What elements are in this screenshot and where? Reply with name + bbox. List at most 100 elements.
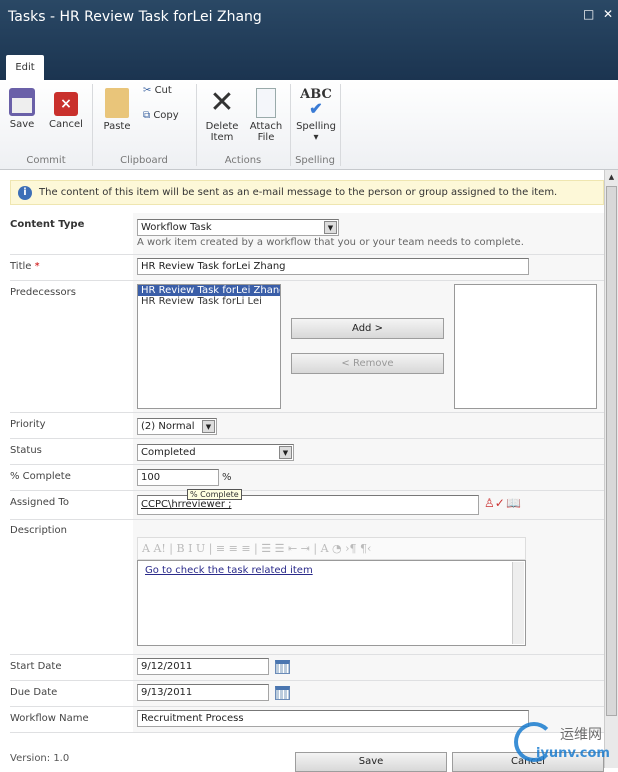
cancel-label: Cancel xyxy=(49,119,83,130)
floppy-disk-icon xyxy=(9,88,35,116)
list-item[interactable]: HR Review Task forLi Lei xyxy=(138,296,280,307)
delete-label: Delete xyxy=(205,121,239,132)
delete-item-button[interactable]: ✕ Delete Item xyxy=(203,85,241,144)
row-title: Title * HR Review Task forLei Zhang xyxy=(10,255,604,281)
rich-text-toolbar[interactable]: A A! | B I U | ≡ ≡ ≡ | ☰ ☰ ⇤ ⇥ | A ◔ ›¶ … xyxy=(137,537,526,560)
scroll-up-icon[interactable]: ▲ xyxy=(605,170,618,184)
close-button[interactable]: ✕ xyxy=(603,7,613,21)
row-assigned-to: Assigned To CCPC\hrreviewer ; ♙✓ 📖 xyxy=(10,491,604,520)
group-actions: Actions xyxy=(224,155,262,166)
description-link[interactable]: Go to check the task related item xyxy=(145,565,313,576)
list-item[interactable]: HR Review Task forLei Zhang xyxy=(138,285,280,296)
label: Description xyxy=(10,525,67,536)
spellcheck-icon: ABC ✔ xyxy=(300,87,332,118)
tab-edit[interactable]: Edit xyxy=(6,55,44,81)
predecessors-selected-list[interactable] xyxy=(454,284,597,409)
calendar-icon[interactable] xyxy=(275,686,290,700)
description-scrollbar[interactable] xyxy=(512,562,524,644)
label: Title * xyxy=(10,261,40,272)
row-description: Description A A! | B I U | ≡ ≡ ≡ | ☰ ☰ ⇤… xyxy=(10,520,604,655)
label: Priority xyxy=(10,419,46,430)
attach-label-2: File xyxy=(257,132,275,143)
label-text: Title xyxy=(10,261,32,272)
status-select[interactable]: Completed ▼ xyxy=(137,444,294,461)
percent-complete-input[interactable]: 100 xyxy=(137,469,219,486)
label: Assigned To xyxy=(10,497,69,508)
paperclip-document-icon xyxy=(256,88,276,118)
cut-button[interactable]: ✂ Cut xyxy=(143,85,172,96)
value: Workflow Task xyxy=(141,222,212,233)
save-ribbon-button[interactable]: Save xyxy=(6,88,38,130)
ribbon: Save × Cancel Paste ✂ Cut ⧉ Copy ✕ Delet… xyxy=(0,80,618,170)
chevron-down-icon: ▾ xyxy=(313,132,319,143)
paste-button[interactable]: Paste xyxy=(100,88,134,132)
predecessors-available-list[interactable]: HR Review Task forLei Zhang HR Review Ta… xyxy=(137,284,281,409)
address-book-icon[interactable]: 📖 xyxy=(506,496,521,510)
calendar-icon[interactable] xyxy=(275,660,290,674)
divider xyxy=(290,84,291,166)
info-icon: i xyxy=(18,186,32,200)
row-predecessors: Predecessors HR Review Task forLei Zhang… xyxy=(10,281,604,413)
paste-label: Paste xyxy=(103,121,131,132)
delete-x-icon: ✕ xyxy=(209,85,235,120)
divider xyxy=(92,84,93,166)
attach-file-button[interactable]: Attach File xyxy=(248,88,284,143)
label: Start Date xyxy=(10,661,62,672)
chevron-down-icon: ▼ xyxy=(324,221,337,234)
row-due-date: Due Date 9/13/2011 xyxy=(10,681,604,707)
row-status: Status Completed ▼ xyxy=(10,439,604,465)
row-start-date: Start Date 9/12/2011 xyxy=(10,655,604,681)
info-notice: i The content of this item will be sent a… xyxy=(10,180,604,205)
divider xyxy=(196,84,197,166)
maximize-button[interactable]: □ xyxy=(583,7,594,21)
start-date-input[interactable]: 9/12/2011 xyxy=(137,658,269,675)
watermark-text: 运维网 xyxy=(560,727,602,743)
workflow-name-input[interactable]: Recruitment Process xyxy=(137,710,529,727)
row-priority: Priority (2) Normal ▼ xyxy=(10,413,604,439)
cancel-ribbon-button[interactable]: × Cancel xyxy=(48,88,84,130)
group-spelling: Spelling xyxy=(295,155,335,166)
description-editor[interactable]: Go to check the task related item xyxy=(137,560,526,646)
tooltip: % Complete xyxy=(187,489,242,500)
save-label: Save xyxy=(9,119,35,130)
content-type-select[interactable]: Workflow Task ▼ xyxy=(137,219,339,236)
label: Status xyxy=(10,445,42,456)
label: Due Date xyxy=(10,687,58,698)
watermark-url: iyunv.com xyxy=(536,746,610,761)
clipboard-icon xyxy=(105,88,129,118)
window-title: Tasks - HR Review Task forLei Zhang xyxy=(8,9,262,25)
label: Workflow Name xyxy=(10,713,89,724)
save-button[interactable]: Save xyxy=(295,752,447,772)
vertical-scrollbar[interactable]: ▲ xyxy=(604,170,618,768)
spelling-button[interactable]: ABC ✔ Spelling ▾ xyxy=(295,87,337,144)
copy-label: Copy xyxy=(153,110,179,121)
chevron-down-icon: ▼ xyxy=(279,446,292,459)
value: (2) Normal xyxy=(141,421,195,432)
check-names-icon[interactable]: ♙✓ xyxy=(484,496,505,510)
required-marker: * xyxy=(34,261,40,272)
title-input[interactable]: HR Review Task forLei Zhang xyxy=(137,258,529,275)
remove-button[interactable]: < Remove xyxy=(291,353,444,374)
chevron-down-icon: ▼ xyxy=(202,420,215,433)
delete-label-2: Item xyxy=(210,132,234,143)
value: Completed xyxy=(141,447,196,458)
attach-label: Attach xyxy=(249,121,283,132)
group-commit: Commit xyxy=(26,155,66,166)
version-text: Version: 1.0 xyxy=(10,753,70,764)
add-button[interactable]: Add > xyxy=(291,318,444,339)
scrollbar-thumb[interactable] xyxy=(606,186,617,716)
priority-select[interactable]: (2) Normal ▼ xyxy=(137,418,217,435)
cut-label: Cut xyxy=(154,85,172,96)
row-content-type: Content Type Workflow Task ▼ A work item … xyxy=(10,213,604,255)
scissors-icon: ✂ xyxy=(143,85,152,96)
copy-button[interactable]: ⧉ Copy xyxy=(143,110,179,121)
copy-icon: ⧉ xyxy=(143,110,151,121)
divider xyxy=(340,84,341,166)
due-date-input[interactable]: 9/13/2011 xyxy=(137,684,269,701)
spelling-label: Spelling xyxy=(296,121,336,132)
label: Content Type xyxy=(10,219,85,230)
watermark-logo: 运维网 iyunv.com xyxy=(514,722,614,768)
cancel-x-icon: × xyxy=(54,92,78,116)
percent-unit: % xyxy=(222,472,232,483)
label: % Complete xyxy=(10,471,71,482)
